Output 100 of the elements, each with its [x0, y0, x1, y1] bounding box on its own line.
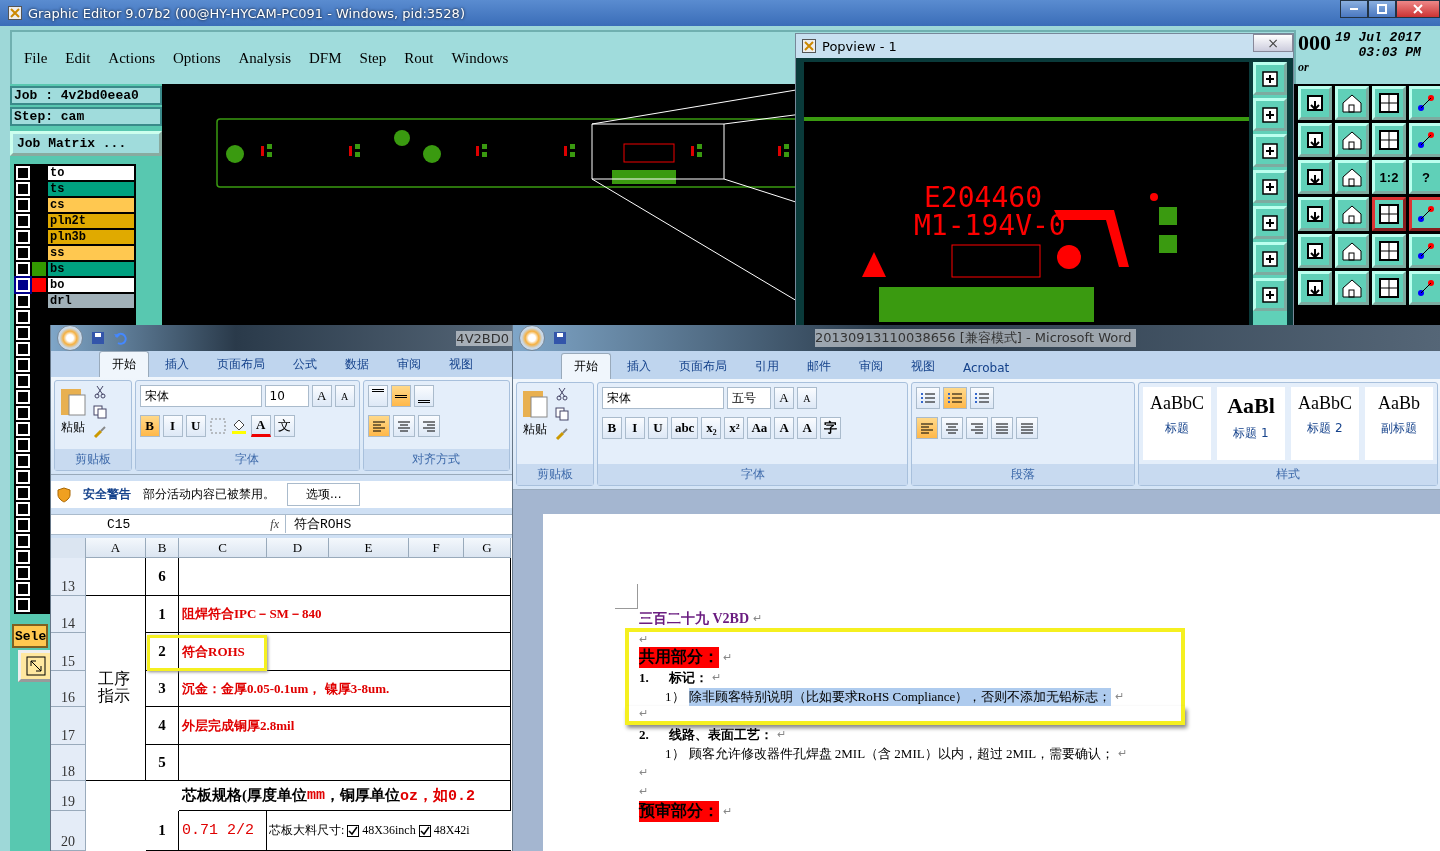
format-button[interactable]: abc — [670, 417, 699, 439]
ribbon-tab[interactable]: 数据 — [333, 352, 381, 377]
font-size-button[interactable]: A — [773, 387, 794, 409]
align-button[interactable] — [367, 385, 388, 407]
office-button[interactable] — [57, 325, 83, 351]
layer-checkbox[interactable] — [16, 502, 30, 516]
layer-checkbox[interactable] — [16, 566, 30, 580]
font-name-field[interactable]: 宋体 — [139, 385, 262, 407]
layer-name[interactable]: to — [48, 166, 134, 180]
ribbon-tab[interactable]: 公式 — [281, 352, 329, 377]
menu-item[interactable]: Windows — [451, 49, 509, 67]
view-button[interactable] — [1253, 134, 1287, 167]
column-header[interactable]: C — [179, 538, 267, 558]
tool-button[interactable]: 1:2 — [1372, 160, 1406, 194]
style-preset[interactable]: AaBbC 标题 — [1143, 387, 1211, 460]
menu-item[interactable]: Analysis — [238, 49, 292, 67]
row-header[interactable]: 17 — [51, 707, 86, 745]
formula-field[interactable]: 符合ROHS — [285, 515, 352, 534]
format-button[interactable]: x² — [724, 417, 745, 439]
tool-button[interactable]: ? — [1409, 160, 1440, 194]
layer-checkbox[interactable] — [16, 390, 30, 404]
paste-button[interactable]: 粘贴 — [521, 387, 549, 460]
layer-checkbox[interactable] — [16, 214, 30, 228]
view-button[interactable] — [1253, 62, 1287, 95]
paste-button[interactable]: 粘贴 — [59, 385, 87, 446]
font-color-button[interactable]: A — [250, 415, 271, 437]
row-header[interactable]: 14 — [51, 596, 86, 633]
style-preset[interactable]: AaBbC 标题 2 — [1291, 387, 1359, 460]
view-button[interactable] — [1253, 170, 1287, 203]
format-button[interactable]: x₂ — [701, 417, 722, 439]
ribbon-tab[interactable]: 插入 — [153, 352, 201, 377]
view-button[interactable] — [1253, 278, 1287, 311]
font-size-button[interactable]: A — [311, 385, 332, 407]
list-button[interactable] — [943, 387, 968, 409]
tool-button[interactable] — [1372, 197, 1406, 231]
layer-name[interactable]: pln3b — [48, 230, 134, 244]
copy-icon[interactable] — [555, 407, 569, 421]
layer-checkbox[interactable] — [16, 166, 30, 180]
menu-item[interactable]: Step — [359, 49, 387, 67]
font-name-field[interactable]: 宋体 — [601, 387, 724, 409]
layer-name[interactable]: drl — [48, 294, 134, 308]
format-button[interactable]: I — [624, 417, 645, 439]
select-button[interactable]: Sele — [12, 624, 48, 648]
ribbon-tab[interactable]: 开始 — [99, 351, 149, 377]
format-button[interactable]: B — [139, 415, 160, 437]
close-button[interactable] — [1396, 0, 1440, 18]
name-box[interactable]: C15 — [51, 516, 199, 532]
menu-item[interactable]: Edit — [65, 49, 91, 67]
save-icon[interactable] — [91, 331, 105, 345]
format-button[interactable]: A — [774, 417, 795, 439]
maximize-button[interactable] — [1368, 0, 1396, 18]
menu-item[interactable]: File — [24, 49, 48, 67]
view-button[interactable] — [1253, 98, 1287, 131]
ribbon-tab[interactable]: 邮件 — [795, 354, 843, 379]
row-header[interactable]: 19 — [51, 781, 86, 811]
column-header[interactable]: G — [464, 538, 511, 558]
row-header[interactable]: 13 — [51, 558, 86, 596]
list-button[interactable] — [970, 387, 995, 409]
ribbon-tab[interactable]: 插入 — [615, 354, 663, 379]
format-button[interactable]: B — [601, 417, 622, 439]
ribbon-tab[interactable]: 页面布局 — [205, 352, 277, 377]
layer-checkbox[interactable] — [16, 198, 30, 212]
row-header[interactable]: 15 — [51, 633, 86, 671]
copy-icon[interactable] — [93, 405, 107, 419]
format-button[interactable]: U — [647, 417, 668, 439]
checkbox[interactable] — [418, 824, 431, 837]
layer-checkbox[interactable] — [16, 486, 30, 500]
ribbon-tab[interactable]: 引用 — [743, 354, 791, 379]
align-button[interactable] — [390, 385, 411, 407]
font-size-button[interactable]: A — [796, 387, 817, 409]
options-button[interactable]: 选项... — [287, 483, 361, 506]
layer-checkbox[interactable] — [16, 422, 30, 436]
layer-checkbox[interactable] — [16, 406, 30, 420]
layer-checkbox[interactable] — [16, 454, 30, 468]
view-button[interactable] — [1253, 206, 1287, 239]
row-header[interactable]: 20 — [51, 811, 86, 851]
layer-name[interactable]: bo — [48, 278, 134, 292]
menu-item[interactable]: DFM — [309, 49, 342, 67]
layer-checkbox[interactable] — [16, 278, 30, 292]
column-header[interactable]: E — [329, 538, 409, 558]
layer-name[interactable]: ts — [48, 182, 134, 196]
minimize-button[interactable] — [1340, 0, 1368, 18]
office-button[interactable] — [519, 325, 545, 351]
menu-item[interactable]: Rout — [404, 49, 434, 67]
column-header[interactable]: D — [267, 538, 329, 558]
layer-checkbox[interactable] — [16, 342, 30, 356]
layer-checkbox[interactable] — [16, 326, 30, 340]
format-button[interactable]: I — [162, 415, 183, 437]
layer-name[interactable]: cs — [48, 198, 134, 212]
layer-name[interactable]: ss — [48, 246, 134, 260]
layer-checkbox[interactable] — [16, 598, 30, 612]
layer-checkbox[interactable] — [16, 550, 30, 564]
ribbon-tab[interactable]: 视图 — [899, 354, 947, 379]
ribbon-tab[interactable]: 页面布局 — [667, 354, 739, 379]
font-size-field[interactable]: 10 — [264, 385, 309, 407]
align-button[interactable] — [413, 385, 434, 407]
layer-checkbox[interactable] — [16, 582, 30, 596]
layer-checkbox[interactable] — [16, 470, 30, 484]
layer-checkbox[interactable] — [16, 294, 30, 308]
format-button[interactable]: Aa — [747, 417, 772, 439]
